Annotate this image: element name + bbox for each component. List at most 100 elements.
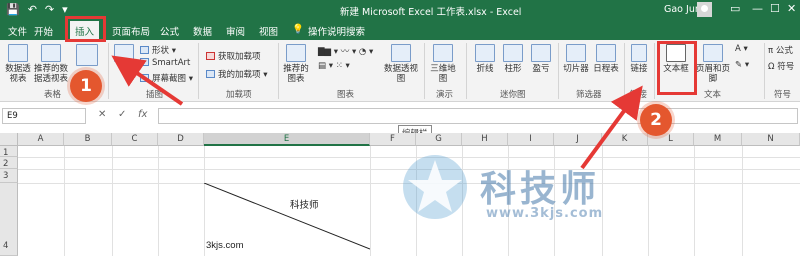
row-header-3[interactable]: 3 — [0, 169, 18, 183]
shapes-icon — [140, 46, 149, 54]
slicer-button[interactable]: 切片器 — [562, 44, 590, 74]
group-label-symbols: 符号 — [774, 90, 792, 100]
column-header-b[interactable]: B — [64, 133, 112, 146]
recommended-charts-button[interactable]: 推荐的图表 — [282, 44, 310, 84]
store-icon — [206, 52, 215, 60]
column-header-n[interactable]: N — [742, 133, 800, 146]
tell-me-search[interactable]: 操作说明搜索 — [308, 24, 365, 38]
title-bar: 💾 ↶ ↷ ▾ 新建 Microsoft Excel 工作表.xlsx - Ex… — [0, 0, 800, 20]
column-header-h[interactable]: H — [462, 133, 508, 146]
group-label-addins: 加载项 — [226, 90, 252, 100]
column-header-d[interactable]: D — [158, 133, 204, 146]
slicer-icon — [566, 44, 586, 62]
group-label-charts: 图表 — [337, 90, 355, 100]
tab-data[interactable]: 数据 — [193, 24, 212, 38]
watermark-logo — [403, 155, 467, 219]
sparkline-line-button[interactable]: 折线 — [472, 44, 498, 74]
shapes-button[interactable]: 形状 ▾ — [140, 44, 176, 56]
header-footer-button[interactable]: 页眉和页脚 — [694, 44, 732, 84]
maximize-icon[interactable]: ☐ — [770, 2, 780, 15]
tab-file[interactable]: 文件 — [8, 24, 27, 38]
recommended-pivot-icon — [41, 44, 61, 62]
globe-icon — [433, 44, 453, 62]
quick-access-toolbar: 💾 ↶ ↷ ▾ — [6, 3, 68, 17]
tab-view[interactable]: 视图 — [259, 24, 278, 38]
close-icon[interactable]: ✕ — [787, 2, 796, 15]
link-button[interactable]: 链接 — [628, 44, 650, 74]
sparkline-winloss-button[interactable]: 盈亏 — [528, 44, 554, 74]
customize-qat-icon[interactable]: ▾ — [62, 3, 68, 17]
lightbulb-icon: 💡 — [292, 24, 304, 35]
group-label-sparklines: 迷你图 — [500, 90, 526, 100]
tab-formulas[interactable]: 公式 — [160, 24, 179, 38]
column-header-g[interactable]: G — [416, 133, 462, 146]
wordart-icon[interactable]: A ▾ — [735, 44, 748, 54]
cancel-icon[interactable]: ✕ — [98, 109, 106, 120]
column-header-c[interactable]: C — [112, 133, 158, 146]
group-label-tours: 演示 — [436, 90, 454, 100]
group-label-text: 文本 — [704, 90, 722, 100]
table-button[interactable] — [72, 44, 102, 68]
tab-home[interactable]: 开始 — [34, 24, 53, 38]
insert-function-icon[interactable]: fx — [138, 109, 147, 120]
table-icon — [76, 44, 98, 66]
name-box[interactable]: E9 — [2, 108, 86, 124]
tab-review[interactable]: 审阅 — [226, 24, 245, 38]
screenshot-icon — [140, 74, 149, 82]
header-footer-icon — [703, 44, 723, 62]
tab-page-layout[interactable]: 页面布局 — [112, 24, 150, 38]
column-header-j[interactable]: J — [554, 133, 602, 146]
sparkline-line-icon — [475, 44, 495, 62]
column-header-m[interactable]: M — [694, 133, 742, 146]
select-all-corner[interactable] — [0, 133, 18, 146]
step-1-marker: 1 — [70, 70, 102, 102]
avatar[interactable] — [697, 2, 712, 17]
group-label-illustrations: 插图 — [146, 90, 164, 100]
sparkline-column-button[interactable]: 柱形 — [500, 44, 526, 74]
redo-icon[interactable]: ↷ — [45, 3, 54, 17]
undo-icon[interactable]: ↶ — [28, 3, 37, 17]
watermark-text: 科技师 — [480, 169, 601, 210]
my-addins-button[interactable]: 我的加载项 ▾ — [206, 68, 267, 80]
cell-e4-text: 3kjs.com — [206, 240, 244, 251]
recommended-pivot-button[interactable]: 推荐的数据透视表 — [34, 44, 68, 84]
row-header-1[interactable]: 1 — [0, 146, 18, 158]
formula-input[interactable] — [158, 108, 798, 124]
pivot-table-button[interactable]: 数据透视表 — [3, 44, 33, 84]
group-label-filters: 筛选器 — [576, 90, 602, 100]
column-header-i[interactable]: I — [508, 133, 554, 146]
ribbon-display-options-icon[interactable]: ▭ — [730, 2, 740, 15]
save-icon[interactable]: 💾 — [6, 3, 20, 17]
link-icon — [631, 44, 647, 62]
group-label-tables: 表格 — [44, 90, 62, 100]
formula-bar: E9 ✕ ✓ fx — [0, 106, 800, 126]
step-2-marker: 2 — [640, 104, 672, 136]
equation-button[interactable]: π 公式 — [768, 44, 793, 56]
column-header-a[interactable]: A — [18, 133, 64, 146]
get-addins-button[interactable]: 获取加载项 — [206, 50, 261, 62]
column-header-f[interactable]: F — [370, 133, 416, 146]
row-header-4[interactable]: 4 — [0, 183, 18, 256]
pivot-chart-icon — [391, 44, 411, 62]
bar-chart-icon[interactable]: ▤ ▾ ⁙ ▾ — [318, 61, 350, 71]
screenshot-button[interactable]: 屏幕截图 ▾ — [140, 72, 193, 84]
smartart-icon — [140, 58, 149, 66]
highlight-textbox-button — [657, 41, 697, 95]
smartart-button[interactable]: SmartArt — [140, 58, 190, 68]
pictures-button[interactable] — [112, 44, 136, 64]
symbol-button[interactable]: Ω 符号 — [768, 60, 794, 72]
3d-map-button[interactable]: 三维地图 — [428, 44, 458, 84]
pivot-chart-button[interactable]: 数据透视图 — [384, 44, 418, 84]
enter-icon[interactable]: ✓ — [118, 109, 126, 120]
timeline-icon — [596, 44, 616, 62]
column-header-k[interactable]: K — [602, 133, 648, 146]
timeline-button[interactable]: 日程表 — [592, 44, 620, 74]
column-header-e[interactable]: E — [204, 133, 370, 146]
column-chart-icon[interactable]: ▇▆ ▾ 〰 ▾ ◔ ▾ — [318, 45, 373, 57]
user-name[interactable]: Gao Jun — [664, 4, 701, 15]
signature-icon[interactable]: ✎ ▾ — [735, 60, 749, 70]
document-title: 新建 Microsoft Excel 工作表.xlsx - Excel — [340, 7, 522, 18]
highlight-insert-tab — [65, 16, 106, 42]
row-header-2[interactable]: 2 — [0, 157, 18, 169]
minimize-icon[interactable]: — — [752, 2, 763, 15]
